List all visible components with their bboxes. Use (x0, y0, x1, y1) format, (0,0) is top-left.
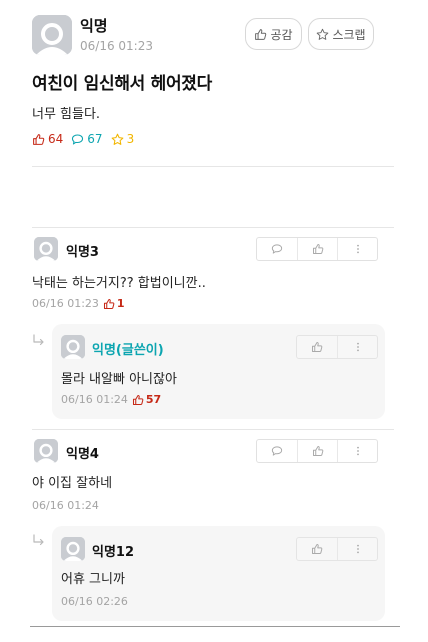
post-divider (32, 166, 394, 167)
like-count-value: 64 (48, 132, 64, 146)
thumbs-up-icon (103, 298, 115, 309)
comment-timestamp: 06/16 01:23 (32, 297, 99, 310)
comment-meta: 06/16 01:23 1 (32, 297, 125, 310)
reply-like-count: 57 (132, 393, 161, 406)
thumbs-up-icon (132, 394, 144, 405)
more-vertical-icon (356, 244, 359, 254)
thumbs-up-icon (312, 446, 323, 456)
default-profile-icon (61, 335, 85, 359)
speech-bubble-icon (72, 134, 84, 144)
reply-timestamp: 06/16 02:26 (61, 595, 128, 608)
reply-meta: 06/16 01:24 57 (61, 393, 161, 406)
reply-like-button[interactable] (297, 538, 337, 560)
comment-actions (256, 237, 378, 261)
more-vertical-icon (356, 544, 359, 554)
like-count: 64 (32, 132, 63, 146)
reply-button[interactable] (257, 238, 297, 260)
comment-like-button[interactable] (297, 238, 337, 260)
reply-like-button[interactable] (297, 336, 337, 358)
comment-like-value: 1 (116, 297, 125, 310)
comment-more-button[interactable] (337, 238, 377, 260)
reply-author-writer: 익명(글쓴이) (92, 343, 164, 358)
reply-timestamp: 06/16 01:24 (61, 393, 128, 406)
comment-author: 익명3 (66, 245, 99, 260)
scrap-count-value: 3 (126, 132, 135, 146)
comment-like-button[interactable] (297, 440, 337, 462)
like-button-label: 공감 (270, 27, 293, 42)
thumbs-up-icon (312, 544, 323, 554)
reply-more-button[interactable] (337, 538, 377, 560)
reply-arrow-icon (32, 333, 46, 347)
comment-like-count: 1 (103, 297, 125, 310)
default-profile-icon (61, 537, 85, 561)
default-profile-icon (32, 15, 72, 55)
thumbs-up-icon (255, 28, 267, 40)
thumbs-up-icon (312, 244, 323, 254)
more-vertical-icon (356, 446, 359, 456)
comment-more-button[interactable] (337, 440, 377, 462)
like-button[interactable]: 공감 (245, 18, 302, 50)
reply-actions (296, 537, 378, 561)
post-title: 여친이 임신해서 헤어졌다 (32, 74, 212, 94)
comment-timestamp: 06/16 01:24 (32, 499, 99, 512)
star-icon (111, 133, 123, 145)
bottom-divider (30, 626, 400, 627)
scrap-button-label: 스크랩 (332, 27, 366, 42)
reply-button[interactable] (257, 440, 297, 462)
reply-text: 몰라 내알빠 아니잖아 (61, 372, 177, 387)
post-author-name: 익명 (80, 17, 108, 35)
comment-count-value: 67 (87, 132, 103, 146)
scrap-count: 3 (111, 132, 135, 146)
post-stats: 64 67 3 (32, 132, 134, 146)
reply-meta: 06/16 02:26 (61, 595, 128, 608)
comment-text: 낙태는 하는거지?? 합법이니깐.. (32, 276, 206, 291)
post-timestamp: 06/16 01:23 (80, 39, 153, 53)
reply-arrow-icon (32, 533, 46, 547)
comment-meta: 06/16 01:24 (32, 499, 99, 512)
reply-avatar (61, 335, 85, 359)
reply-more-button[interactable] (337, 336, 377, 358)
comment-actions (256, 439, 378, 463)
speech-bubble-icon (271, 446, 283, 456)
author-avatar (32, 15, 72, 55)
thumbs-up-icon (312, 342, 323, 352)
reply-avatar (61, 537, 85, 561)
more-vertical-icon (356, 342, 359, 352)
comment-divider (32, 429, 394, 430)
comment-text: 야 이집 잘하네 (32, 476, 113, 491)
comment-avatar (34, 439, 58, 463)
reply-like-value: 57 (145, 393, 162, 406)
reply-text: 어휴 그니까 (61, 572, 125, 587)
star-icon (317, 28, 329, 40)
comments-top-divider (32, 227, 394, 228)
comment-count: 67 (71, 132, 103, 146)
default-profile-icon (34, 439, 58, 463)
thumbs-up-icon (33, 133, 45, 145)
reply-actions (296, 335, 378, 359)
comment-author: 익명4 (66, 447, 99, 462)
post-body: 너무 힘들다. (32, 107, 101, 122)
speech-bubble-icon (271, 244, 283, 254)
reply-author: 익명12 (92, 545, 135, 560)
default-profile-icon (34, 237, 58, 261)
scrap-button[interactable]: 스크랩 (308, 18, 374, 50)
comment-avatar (34, 237, 58, 261)
